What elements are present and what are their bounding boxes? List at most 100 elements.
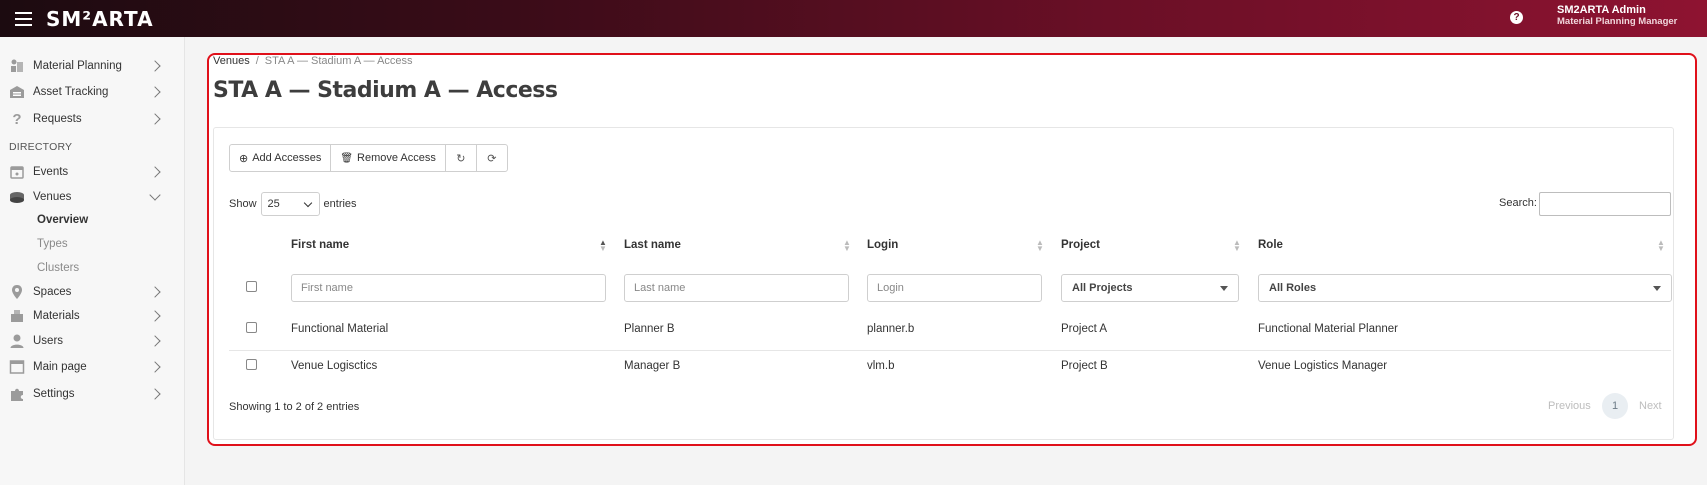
role-filter-select[interactable]: All Roles — [1258, 274, 1672, 302]
column-header-last-name[interactable]: Last name — [624, 239, 681, 251]
show-label: Show — [229, 198, 257, 210]
cell-first-name: Functional Material — [291, 323, 389, 335]
project-filter-value: All Projects — [1072, 282, 1133, 294]
reload-button[interactable]: ↻ — [444, 144, 477, 172]
breadcrumb: Venues / STA A — Stadium A — Access — [213, 55, 413, 67]
breadcrumb-link-venues[interactable]: Venues — [213, 55, 250, 67]
sidebar-item-label: Users — [33, 335, 64, 347]
next-page-button[interactable]: Next — [1639, 400, 1662, 412]
sidebar-item-label: Asset Tracking — [33, 86, 109, 98]
sidebar-item-material-planning[interactable]: Material Planning — [0, 55, 185, 77]
project-filter-select[interactable]: All Projects — [1061, 274, 1239, 302]
chevron-right-icon — [149, 166, 161, 178]
sidebar-subitem-overview[interactable]: Overview — [37, 214, 88, 226]
remove-access-label: Remove Access — [357, 152, 436, 164]
window-icon — [9, 359, 25, 375]
sidebar-item-label: Events — [33, 166, 69, 178]
breadcrumb-current: STA A — Stadium A — Access — [264, 55, 413, 67]
sidebar-item-main-page[interactable]: Main page — [0, 356, 185, 378]
search-label: Search: — [1499, 197, 1537, 209]
sidebar: Material Planning Asset Tracking ? Reque… — [0, 37, 185, 485]
search-input[interactable] — [1539, 192, 1671, 216]
chevron-right-icon — [149, 86, 161, 98]
sidebar-item-asset-tracking[interactable]: Asset Tracking — [0, 81, 185, 103]
table-info: Showing 1 to 2 of 2 entries — [229, 401, 360, 413]
sidebar-item-label: Requests — [33, 113, 82, 125]
help-icon[interactable]: ? — [1510, 11, 1523, 24]
sidebar-section-directory: DIRECTORY — [9, 141, 73, 153]
add-accesses-label: Add Accesses — [252, 152, 322, 164]
row-divider — [229, 350, 1671, 351]
sidebar-subitem-types[interactable]: Types — [37, 238, 68, 250]
column-header-project[interactable]: Project — [1061, 239, 1100, 251]
chevron-right-icon — [149, 361, 161, 373]
top-bar: SM²ARTA — [0, 0, 1707, 37]
sidebar-item-events[interactable]: Events — [0, 161, 185, 183]
question-icon: ? — [12, 110, 22, 128]
entries-value: 25 — [267, 198, 280, 210]
entries-select[interactable]: 25 — [260, 192, 320, 216]
dropdown-arrow-icon — [1220, 285, 1228, 291]
page-1-button[interactable]: 1 — [1602, 393, 1628, 419]
row-checkbox[interactable] — [246, 322, 257, 333]
chevron-right-icon — [149, 60, 161, 72]
sort-icon[interactable]: ▲ ▼ — [1036, 239, 1044, 253]
sidebar-subitem-clusters[interactable]: Clusters — [37, 262, 79, 274]
materials-icon — [9, 308, 25, 324]
chevron-right-icon — [149, 388, 161, 400]
sidebar-item-materials[interactable]: Materials — [0, 305, 185, 327]
calendar-icon — [9, 164, 25, 180]
previous-page-button[interactable]: Previous — [1548, 400, 1591, 412]
cell-project: Project B — [1061, 360, 1108, 372]
puzzle-icon — [9, 386, 25, 402]
material-planning-icon — [9, 58, 25, 74]
chevron-right-icon — [149, 113, 161, 125]
first-name-filter-input[interactable]: First name — [291, 274, 606, 302]
plus-circle-icon: ⊕ — [239, 152, 249, 165]
hamburger-menu-icon[interactable] — [0, 10, 46, 28]
chevron-right-icon — [149, 310, 161, 322]
cell-last-name: Manager B — [624, 360, 681, 372]
column-header-first-name[interactable]: First name — [291, 239, 349, 251]
brand-logo[interactable]: SM²ARTA — [46, 7, 154, 31]
sidebar-item-spaces[interactable]: Spaces — [0, 281, 185, 303]
login-filter-input[interactable]: Login — [867, 274, 1042, 302]
select-all-checkbox[interactable] — [246, 281, 257, 292]
cell-login: planner.b — [867, 323, 915, 335]
cell-role: Venue Logistics Manager — [1258, 360, 1388, 372]
sidebar-item-settings[interactable]: Settings — [0, 383, 185, 405]
user-menu[interactable]: SM2ARTA Admin Material Planning Manager — [1557, 4, 1677, 28]
add-accesses-button[interactable]: ⊕ Add Accesses — [229, 144, 332, 172]
column-header-login[interactable]: Login — [867, 239, 898, 251]
dropdown-arrow-icon — [1653, 285, 1661, 291]
cell-project: Project A — [1061, 323, 1108, 335]
sort-icon[interactable]: ▲ ▼ — [1657, 239, 1665, 253]
page-title: STA A — Stadium A — Access — [213, 78, 558, 103]
cell-last-name: Planner B — [624, 323, 675, 335]
row-checkbox[interactable] — [246, 359, 257, 370]
reload-icon: ↻ — [456, 152, 466, 165]
sidebar-item-venues[interactable]: Venues — [0, 186, 185, 208]
sort-icon[interactable]: ▲ ▼ — [843, 239, 851, 253]
warehouse-icon — [9, 84, 25, 100]
sidebar-item-label: Spaces — [33, 286, 72, 298]
chevron-right-icon — [149, 286, 161, 298]
column-header-role[interactable]: Role — [1258, 239, 1283, 251]
entries-label: entries — [323, 198, 357, 210]
user-icon — [9, 333, 25, 349]
refresh-icon: ⟳ — [487, 152, 497, 165]
sidebar-item-users[interactable]: Users — [0, 330, 185, 352]
breadcrumb-separator: / — [255, 55, 259, 67]
chevron-down-icon — [149, 189, 161, 201]
stadium-icon — [9, 189, 25, 205]
sort-asc-icon[interactable]: ▲ ▼ — [599, 239, 607, 253]
last-name-filter-input[interactable]: Last name — [624, 274, 849, 302]
show-entries: Show 25 entries — [229, 192, 357, 216]
sidebar-item-requests[interactable]: ? Requests — [0, 108, 185, 130]
remove-access-button[interactable]: 🗑 Remove Access — [330, 144, 446, 172]
sort-icon[interactable]: ▲ ▼ — [1233, 239, 1241, 253]
cell-login: vlm.b — [867, 360, 895, 372]
refresh-button[interactable]: ⟳ — [475, 144, 508, 172]
trash-icon: 🗑 — [340, 152, 354, 164]
map-pin-icon — [9, 284, 25, 300]
